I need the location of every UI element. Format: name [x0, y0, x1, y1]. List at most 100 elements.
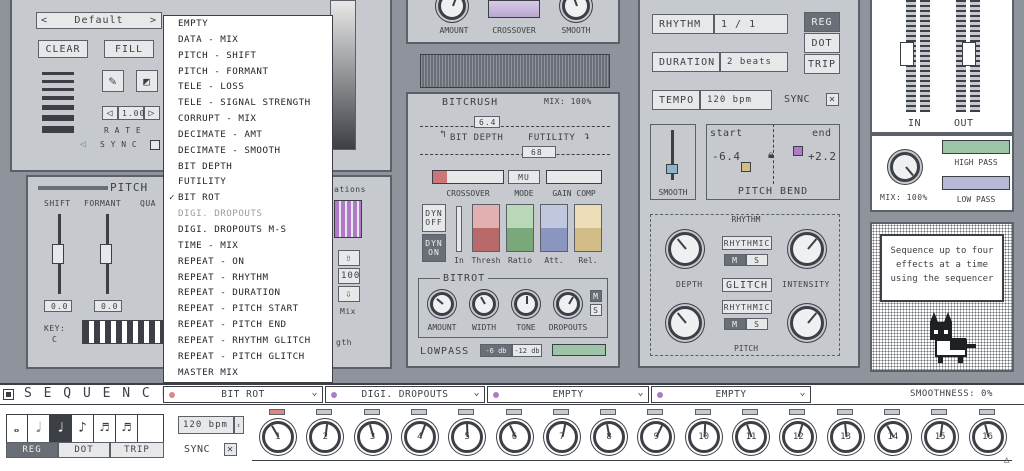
step-knob[interactable]: 5 — [451, 421, 484, 453]
dropdown-item[interactable]: EMPTY — [164, 16, 332, 32]
step-knob[interactable]: 8 — [593, 421, 626, 453]
gain-comp-bar[interactable] — [546, 170, 602, 184]
lowpass-12db-button[interactable]: -12 db — [512, 344, 542, 357]
sequencer-slot-2[interactable]: DIGI. DROPOUTS ⌄ — [325, 386, 485, 403]
rate-value[interactable]: 1.00 — [118, 106, 144, 120]
chevron-right-icon[interactable]: > — [150, 15, 157, 26]
dropdown-item[interactable]: DECIMATE - AMT — [164, 127, 332, 143]
s-button-bottom[interactable]: S — [746, 318, 768, 330]
dropdown-item[interactable]: REPEAT - DURATION — [164, 285, 332, 301]
mix-knob[interactable] — [890, 152, 920, 182]
dropdown-item[interactable]: FUTILITY — [164, 174, 332, 190]
seq-tempo-field[interactable]: 120 bpm — [178, 416, 234, 434]
tempo-value[interactable]: 120 bpm — [700, 90, 772, 110]
step-knob[interactable]: 10 — [687, 421, 720, 453]
rhythmic-button-bottom[interactable]: RHYTHMIC — [722, 300, 772, 314]
piano-keyboard[interactable] — [82, 320, 164, 344]
dropdown-item[interactable]: DIGI. DROPOUTS M-S — [164, 222, 332, 238]
quarter-note-icon[interactable]: ♩ — [50, 414, 72, 442]
shift-slider-thumb[interactable] — [52, 244, 64, 264]
step-knob[interactable]: 4 — [403, 421, 436, 453]
bitrot-amount-knob[interactable] — [430, 292, 454, 316]
step-knob[interactable]: 1 — [262, 421, 294, 453]
thresh-meter[interactable] — [472, 204, 500, 252]
bitrot-width-knob[interactable] — [472, 292, 496, 316]
step-knob[interactable]: 14 — [876, 421, 909, 453]
duration-value[interactable]: 2 beats — [720, 52, 788, 72]
sequencer-slot-3[interactable]: EMPTY ⌄ — [487, 386, 649, 403]
trip-button[interactable]: TRIP — [804, 54, 840, 74]
dropdown-item[interactable]: REPEAT - PITCH GLITCH — [164, 349, 332, 365]
eighth-note-icon[interactable]: ♪ — [72, 414, 94, 442]
fill-button[interactable]: FILL — [104, 40, 154, 58]
sync-checkbox[interactable] — [150, 140, 160, 150]
dropdown-item[interactable]: REPEAT - RHYTHM — [164, 270, 332, 286]
step-knob[interactable]: 6 — [498, 421, 531, 453]
tempo-stepper[interactable]: ⇕ — [234, 416, 244, 434]
paint-bars[interactable] — [42, 72, 74, 152]
step-knob[interactable]: 15 — [924, 421, 957, 453]
half-note-icon[interactable]: 𝅗𝅥 — [28, 414, 50, 442]
dyn-off-button[interactable]: DYN OFF — [422, 204, 446, 232]
dyn-on-button[interactable]: DYN ON — [422, 234, 446, 262]
dropdown-item[interactable]: MASTER MIX — [164, 365, 332, 381]
dropdown-item[interactable]: REPEAT - ON — [164, 254, 332, 270]
pencil-icon[interactable]: ✎ — [102, 70, 124, 92]
sync-checkbox-repeat[interactable]: ✕ — [826, 93, 839, 106]
pattern-grid[interactable] — [334, 200, 362, 238]
step-knob[interactable]: 7 — [545, 421, 578, 453]
end-thumb[interactable] — [793, 146, 803, 156]
dropdown-item[interactable]: REPEAT - RHYTHM GLITCH — [164, 333, 332, 349]
step-knob[interactable]: 11 — [735, 421, 767, 453]
dropdown-item[interactable]: TIME - MIX — [164, 238, 332, 254]
dropdown-item[interactable]: BIT DEPTH — [164, 159, 332, 175]
lock-icon[interactable]: 🔒︎ — [768, 148, 774, 162]
pitch-intensity-knob[interactable] — [790, 306, 824, 340]
preset-selector[interactable]: < Default > — [36, 12, 162, 29]
att-meter[interactable] — [540, 204, 568, 252]
seq-trip-button[interactable]: TRIP — [110, 442, 164, 458]
dropdown-item[interactable]: REPEAT - PITCH END — [164, 317, 332, 333]
crossover-display[interactable] — [488, 0, 540, 18]
dropdown-item[interactable]: TELE - LOSS — [164, 79, 332, 95]
futility-value[interactable]: 68 — [522, 146, 556, 158]
smooth-slider-thumb[interactable] — [666, 164, 678, 174]
crossover-bar[interactable] — [432, 170, 504, 184]
bitrot-s-button[interactable]: S — [590, 304, 602, 316]
s-button-top[interactable]: S — [746, 254, 768, 266]
sixteenth-note-icon[interactable]: ♬ — [94, 414, 116, 442]
rel-meter[interactable] — [574, 204, 602, 252]
formant-value[interactable]: 0.0 — [94, 300, 122, 312]
seq-dot-button[interactable]: DOT — [58, 442, 110, 458]
rhythm-intensity-knob[interactable] — [790, 232, 824, 266]
dropdown-item[interactable]: CORRUPT - MIX — [164, 111, 332, 127]
out-fader[interactable] — [962, 42, 976, 66]
bitrot-dropouts-knob[interactable] — [556, 292, 580, 316]
step-knob[interactable]: 3 — [356, 421, 389, 453]
m-button-bottom[interactable]: M — [724, 318, 746, 330]
dropdown-item[interactable]: DATA - MIX — [164, 32, 332, 48]
seq-sync-checkbox[interactable]: ✕ — [224, 443, 237, 456]
step-knob[interactable]: 13 — [829, 421, 862, 453]
eraser-icon[interactable]: ◩ — [136, 70, 158, 92]
pitch-depth-knob[interactable] — [668, 306, 702, 340]
start-thumb[interactable] — [741, 162, 751, 172]
down-arrow-button[interactable]: ⇩ — [338, 286, 360, 302]
dropdown-item[interactable]: PITCH - FORMANT — [164, 64, 332, 80]
dropdown-item[interactable]: TELE - SIGNAL STRENGTH — [164, 95, 332, 111]
parameter-dropdown-menu[interactable]: EMPTY DATA - MIX PITCH - SHIFT PITCH - FORM… — [163, 15, 333, 383]
rate-increase-button[interactable]: ▷ — [144, 106, 160, 120]
sequencer-slot-4[interactable]: EMPTY ⌄ — [651, 386, 811, 403]
sequencer-slot-1[interactable]: BIT ROT ⌄ — [163, 386, 323, 403]
dot-button[interactable]: DOT — [804, 33, 840, 53]
bitrot-tone-knob[interactable] — [514, 292, 538, 316]
high-pass-bar[interactable] — [942, 140, 1010, 154]
rate-decrease-button[interactable]: ◁ — [102, 106, 118, 120]
reg-button[interactable]: REG — [804, 12, 840, 32]
up-arrow-button[interactable]: ⇧ — [338, 250, 360, 266]
bits-value[interactable]: 6.4 — [474, 116, 500, 128]
mode-button[interactable]: MU — [508, 170, 540, 184]
thirtysecond-note-icon[interactable]: ♬ — [116, 414, 138, 442]
step-value[interactable]: 100 — [338, 268, 360, 284]
shift-value[interactable]: 0.0 — [44, 300, 72, 312]
